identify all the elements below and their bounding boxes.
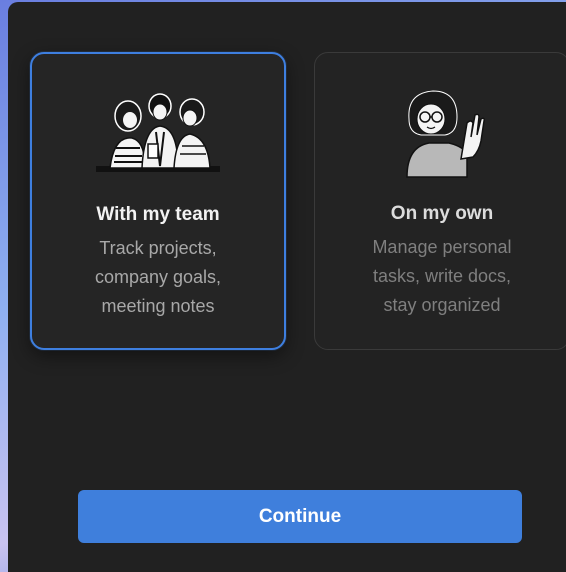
team-illustration-icon xyxy=(32,86,284,186)
description-line: Manage personal xyxy=(372,237,512,257)
option-description: Manage personal tasks, write docs, stay … xyxy=(315,233,566,320)
onboarding-panel: With my team Track projects, company goa… xyxy=(8,2,566,572)
solo-illustration-icon xyxy=(315,85,566,185)
option-title: With my team xyxy=(96,204,220,225)
option-card-solo[interactable]: On my own Manage personal tasks, write d… xyxy=(314,52,566,350)
description-line: tasks, write docs, xyxy=(372,266,512,286)
description-line: stay organized xyxy=(383,295,501,315)
option-description: Track projects, company goals, meeting n… xyxy=(32,234,284,321)
description-line: Track projects, xyxy=(99,238,217,258)
continue-button[interactable]: Continue xyxy=(78,490,522,543)
description-line: company goals, xyxy=(94,267,222,287)
description-line: meeting notes xyxy=(101,296,215,316)
option-title: On my own xyxy=(390,203,494,224)
option-card-team[interactable]: With my team Track projects, company goa… xyxy=(30,52,286,350)
